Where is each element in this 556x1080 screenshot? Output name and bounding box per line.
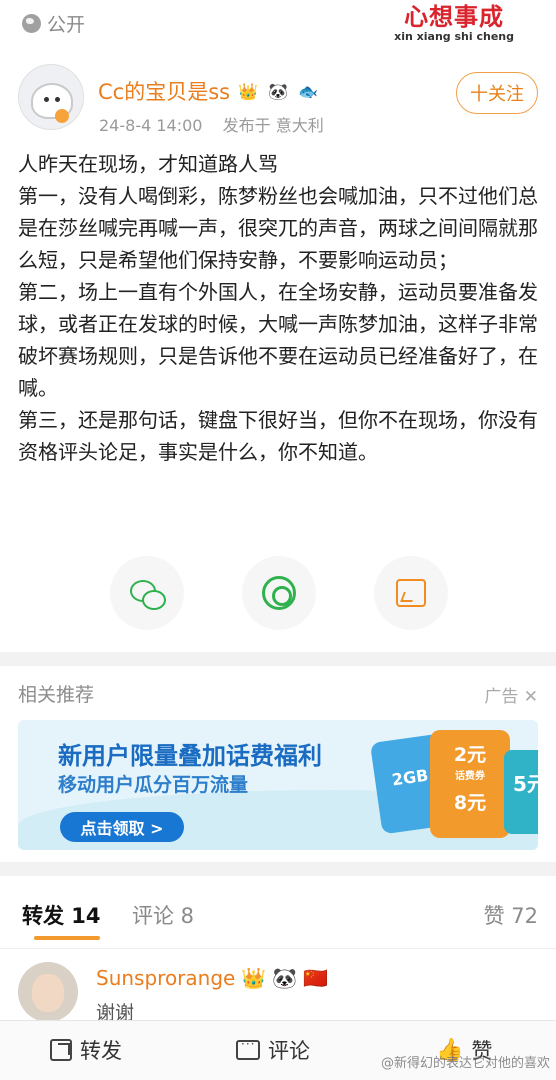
repost-button[interactable]: 转发	[50, 1035, 122, 1065]
post-meta: 24-8-4 14:00 发布于 意大利	[99, 112, 324, 136]
username[interactable]: Cc的宝贝是ss	[98, 76, 230, 106]
save-image-icon	[396, 579, 426, 607]
tab-comment[interactable]: 评论 8	[132, 900, 194, 930]
voucher-value-1: 2元	[453, 744, 487, 766]
crown-badge-icon[interactable]: 👑	[236, 81, 260, 101]
flag-badge-icon: 🇨🇳	[303, 966, 329, 990]
save-image-button[interactable]	[374, 556, 448, 630]
section-divider	[0, 652, 556, 666]
active-tab-indicator	[34, 936, 100, 940]
panda-badge-icon: 🐼	[272, 966, 298, 990]
post-header: Cc的宝贝是ss 👑 🐼 🐟 24-8-4 14:00 发布于 意大利 十关注	[0, 60, 556, 140]
follow-button[interactable]: 十关注	[456, 72, 538, 114]
ad-label: 广告 ✕	[484, 682, 538, 707]
globe-icon	[22, 14, 41, 33]
ad-text: 广告	[484, 687, 519, 707]
recommend-heading: 相关推荐	[18, 684, 95, 706]
panda-badge-icon[interactable]: 🐼	[266, 81, 290, 101]
post-location: 发布于 意大利	[222, 116, 324, 135]
banner-card-voucher: 2元 话费券 8元	[430, 730, 510, 838]
close-icon[interactable]: ✕	[524, 687, 538, 707]
banner-subtitle: 移动用户瓜分百万流量	[58, 774, 249, 796]
banner-claim-button[interactable]: 点击领取 >	[60, 812, 184, 842]
tab-repost[interactable]: 转发 14	[22, 900, 101, 930]
interaction-tabs: 转发 14 评论 8 赞 72	[0, 888, 556, 948]
watermark: @新得幻的表达它对他的喜欢	[380, 1056, 550, 1071]
wechat-icon	[130, 578, 166, 610]
banner-title: 新用户限量叠加话费福利	[58, 742, 322, 770]
cup-icon	[55, 109, 69, 123]
top-bar: 公开 心想事成 xin xiang shi cheng	[0, 0, 556, 50]
repost-username[interactable]: Sunsprorange	[96, 966, 235, 990]
comment-label: 评论	[268, 1039, 310, 1063]
repost-avatar[interactable]	[18, 962, 78, 1022]
voucher-value-2: 8元	[453, 792, 487, 814]
username-row: Cc的宝贝是ss 👑 🐼 🐟	[98, 76, 320, 106]
banner-card-bonus: 5元	[504, 750, 538, 834]
section-divider	[0, 862, 556, 876]
moments-icon	[262, 576, 296, 610]
post-content: 人昨天在现场，才知道路人骂 第一，没有人喝倒彩，陈梦粉丝也会喊加油，只不过他们总…	[18, 152, 538, 464]
repost-username-row: Sunsprorange 👑 🐼 🇨🇳	[96, 966, 328, 990]
comment-button[interactable]: 评论	[236, 1035, 310, 1065]
comment-icon	[236, 1037, 260, 1060]
logo-chinese: 心想事成	[404, 2, 505, 31]
visibility-indicator: 公开	[22, 10, 85, 37]
avatar[interactable]	[18, 64, 84, 130]
fish-badge-icon[interactable]: 🐟	[296, 81, 320, 101]
visibility-label: 公开	[47, 14, 86, 36]
repost-icon	[50, 1039, 72, 1061]
share-moments-button[interactable]	[242, 556, 316, 630]
share-wechat-button[interactable]	[110, 556, 184, 630]
ad-banner[interactable]: 新用户限量叠加话费福利 移动用户瓜分百万流量 点击领取 > 2GB 2元 话费券…	[18, 720, 538, 850]
repost-label: 转发	[80, 1039, 122, 1063]
share-row	[0, 556, 556, 636]
tabs-divider	[0, 948, 556, 949]
logo-pinyin: xin xiang shi cheng	[394, 30, 514, 43]
logo: 心想事成 xin xiang shi cheng	[394, 2, 514, 44]
tab-like[interactable]: 赞 72	[484, 900, 538, 930]
bottom-action-bar: 转发 评论 👍 赞	[0, 1020, 556, 1080]
post-time: 24-8-4 14:00	[99, 116, 203, 135]
voucher-label: 话费券	[455, 771, 485, 782]
crown-badge-icon: 👑	[241, 966, 267, 990]
